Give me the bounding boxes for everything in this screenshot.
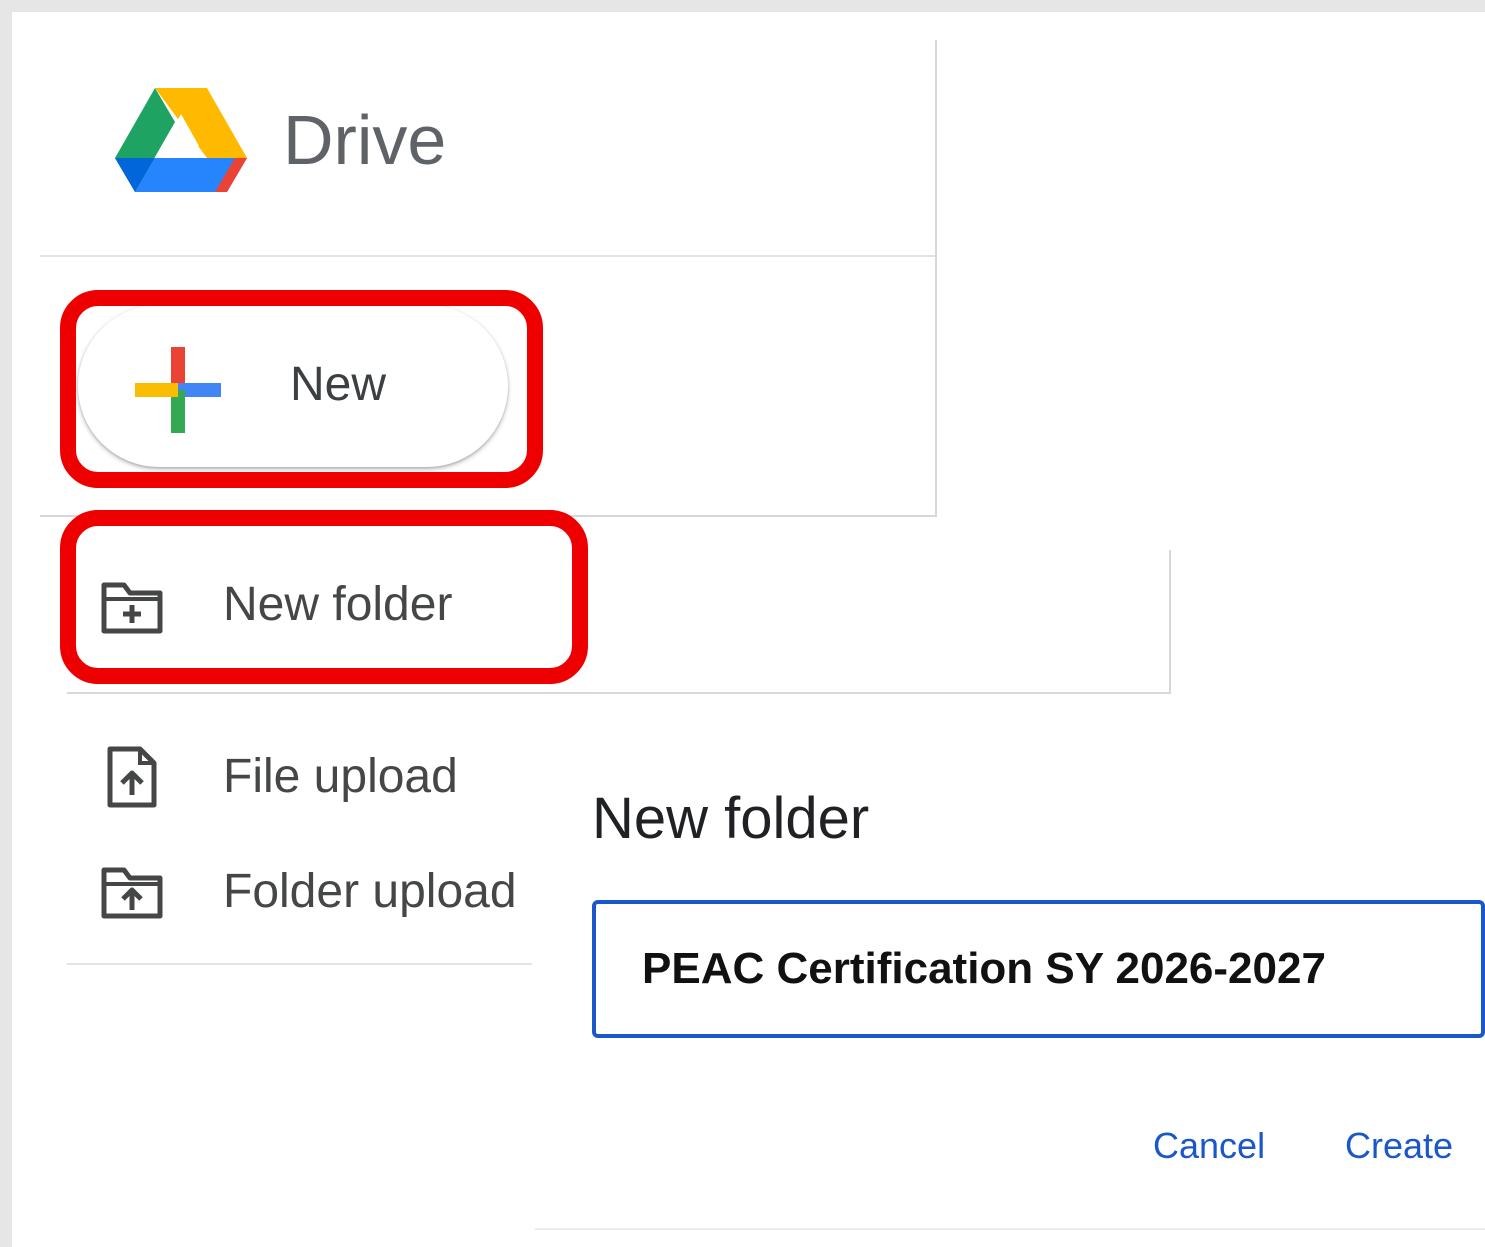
folder-name-input[interactable] — [592, 900, 1485, 1038]
app-title: Drive — [283, 101, 447, 179]
dialog-title: New folder — [592, 786, 870, 851]
dialog-divider — [535, 1228, 1485, 1230]
file-upload-icon — [107, 746, 157, 808]
drive-header: Drive — [40, 40, 935, 257]
new-button[interactable]: New — [78, 305, 508, 467]
folder-upload-icon — [101, 867, 163, 919]
create-button[interactable]: Create — [1345, 1125, 1453, 1167]
menu-item-label: New folder — [223, 578, 453, 631]
menu-item-new-folder[interactable]: New folder — [100, 555, 530, 655]
menu-item-folder-upload[interactable]: Folder upload — [100, 842, 540, 942]
folder-plus-icon — [101, 582, 163, 634]
menu-item-label: Folder upload — [223, 865, 517, 918]
menu-item-label: File upload — [223, 750, 458, 803]
plus-icon — [135, 347, 221, 433]
google-drive-logo-icon — [115, 88, 247, 192]
menu-divider — [67, 963, 532, 965]
menu-item-file-upload[interactable]: File upload — [100, 727, 530, 827]
cancel-button[interactable]: Cancel — [1153, 1125, 1265, 1167]
new-button-label: New — [290, 358, 387, 411]
